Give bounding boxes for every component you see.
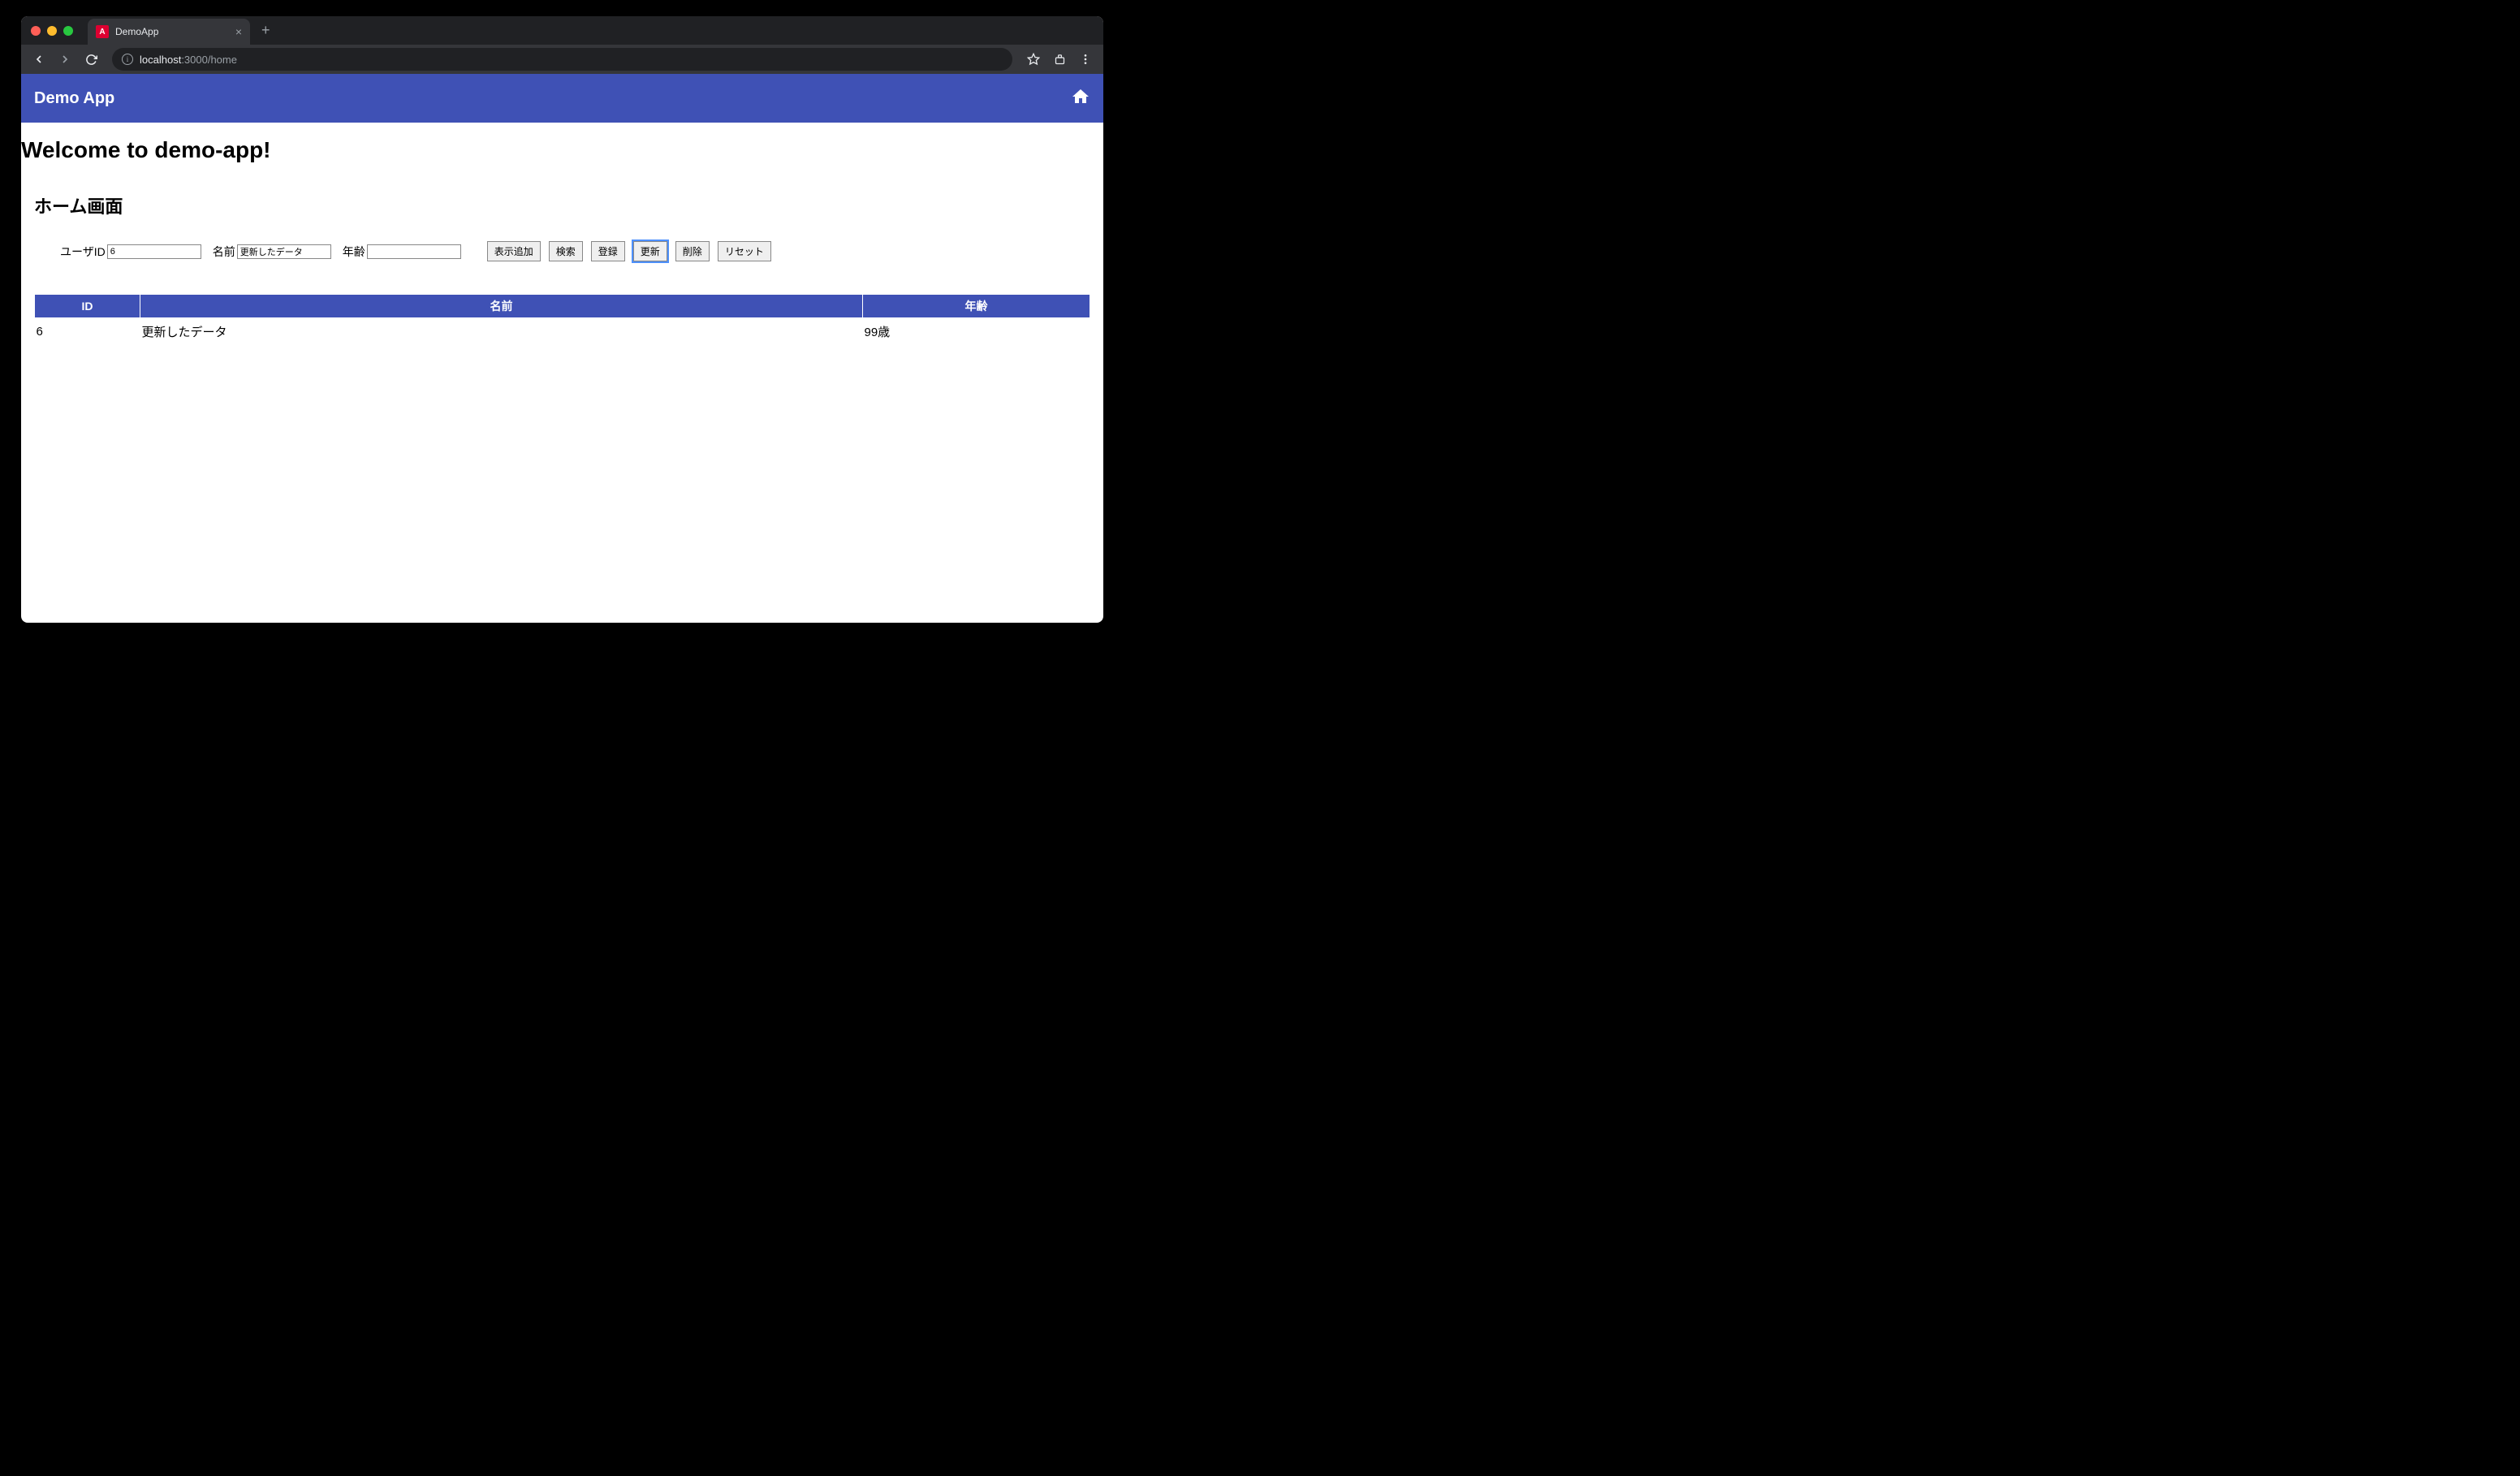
extensions-icon[interactable] <box>1048 48 1071 71</box>
app-header: Demo App <box>21 74 1103 123</box>
delete-button[interactable]: 削除 <box>675 241 710 261</box>
user-id-input[interactable] <box>107 244 201 259</box>
new-tab-button[interactable]: + <box>261 22 270 39</box>
add-display-button[interactable]: 表示追加 <box>487 241 541 261</box>
user-id-field: ユーザID <box>60 244 201 260</box>
search-form: ユーザID 名前 年齢 表示追加 検索 登録 更新 削除 リセット <box>21 218 1103 261</box>
url-host: localhost <box>140 54 181 66</box>
age-input[interactable] <box>367 244 461 259</box>
page-content: Welcome to demo-app! ホーム画面 ユーザID 名前 年齢 表… <box>21 123 1103 345</box>
name-label: 名前 <box>213 244 235 260</box>
home-button[interactable] <box>1071 87 1090 110</box>
age-label: 年齢 <box>343 244 365 260</box>
browser-tab[interactable]: A DemoApp × <box>88 19 250 45</box>
browser-window: A DemoApp × + i localhost:3000/home <box>21 16 1103 623</box>
col-header-id: ID <box>35 295 140 318</box>
minimize-window-button[interactable] <box>47 26 57 36</box>
user-id-label: ユーザID <box>60 244 106 260</box>
forward-button[interactable] <box>54 48 76 71</box>
close-tab-icon[interactable]: × <box>235 25 242 38</box>
register-button[interactable]: 登録 <box>591 241 625 261</box>
close-window-button[interactable] <box>31 26 41 36</box>
address-bar[interactable]: i localhost:3000/home <box>112 48 1012 71</box>
angular-favicon-icon: A <box>96 25 109 38</box>
update-button[interactable]: 更新 <box>633 241 667 261</box>
results-table: ID 名前 年齢 6 更新したデータ 99歳 <box>34 294 1090 345</box>
maximize-window-button[interactable] <box>63 26 73 36</box>
cell-name: 更新したデータ <box>140 318 863 346</box>
cell-id: 6 <box>35 318 140 346</box>
url-path: :3000/home <box>181 54 237 66</box>
welcome-heading: Welcome to demo-app! <box>21 123 1103 163</box>
search-button[interactable]: 検索 <box>549 241 583 261</box>
tab-title: DemoApp <box>115 26 158 37</box>
table-row: 6 更新したデータ 99歳 <box>35 318 1090 346</box>
reload-button[interactable] <box>80 48 102 71</box>
site-info-icon[interactable]: i <box>122 54 133 65</box>
menu-icon[interactable] <box>1074 48 1097 71</box>
app-title: Demo App <box>34 89 114 108</box>
col-header-name: 名前 <box>140 295 863 318</box>
action-buttons: 表示追加 検索 登録 更新 削除 リセット <box>487 241 771 261</box>
bookmark-star-icon[interactable] <box>1022 48 1045 71</box>
age-field: 年齢 <box>343 244 461 260</box>
home-icon <box>1071 87 1090 106</box>
back-button[interactable] <box>28 48 50 71</box>
section-title: ホーム画面 <box>21 163 1103 218</box>
browser-toolbar: i localhost:3000/home <box>21 45 1103 74</box>
url-text: localhost:3000/home <box>140 54 237 66</box>
col-header-age: 年齢 <box>863 295 1090 318</box>
reset-button[interactable]: リセット <box>718 241 771 261</box>
name-input[interactable] <box>237 244 331 259</box>
window-controls <box>31 26 73 36</box>
cell-age: 99歳 <box>863 318 1090 346</box>
titlebar: A DemoApp × + <box>21 16 1103 45</box>
name-field: 名前 <box>213 244 331 260</box>
